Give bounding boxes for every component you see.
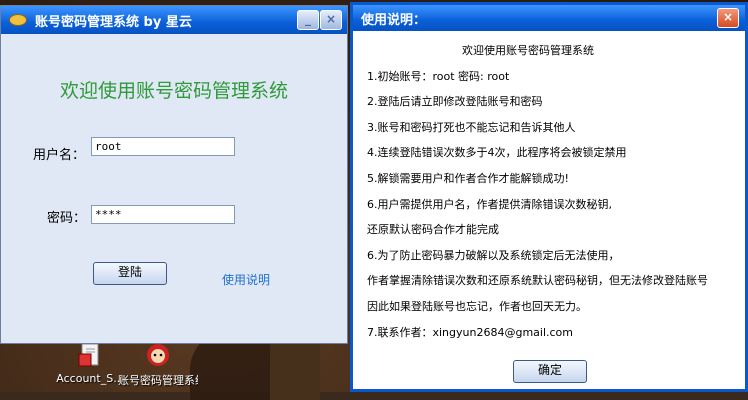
ok-button[interactable]: 确定 xyxy=(513,360,587,383)
help-link[interactable]: 使用说明 xyxy=(222,271,270,288)
help-line: 3.账号和密码打死也不能忘记和告诉其他人 xyxy=(367,120,576,134)
desktop-icon-label: 账号密码管理系统1 xyxy=(118,374,198,387)
help-window-title: 使用说明： xyxy=(361,12,427,28)
help-line: 还原默认密码合作才能完成 xyxy=(367,223,499,237)
login-window-title: 账号密码管理系统 by 星云 xyxy=(35,14,192,30)
help-line: 欢迎使用账号密码管理系统 xyxy=(462,44,594,57)
help-text: 欢迎使用账号密码管理系统 1.初始账号：root 密码: root 2.登陆后请… xyxy=(367,43,739,350)
document-icon xyxy=(77,342,103,368)
cartoon-app-icon xyxy=(145,342,171,368)
login-button[interactable]: 登陆 xyxy=(93,262,167,285)
username-field[interactable]: root xyxy=(91,137,235,156)
username-label: 用户名： xyxy=(33,148,86,163)
help-line: 6.为了防止密码暴力破解以及系统锁定后无法使用， xyxy=(367,248,620,262)
help-window-titlebar[interactable]: 使用说明： xyxy=(353,5,745,31)
welcome-heading: 欢迎使用账号密码管理系统 xyxy=(59,80,288,102)
help-line: 2.登陆后请立即修改登陆账号和密码 xyxy=(367,95,543,109)
help-line: 6.用户需提供用户名，作者提供清除错误次数秘钥, xyxy=(367,197,612,211)
close-button[interactable]: × xyxy=(320,10,342,30)
help-line: 7.联系作者：xingyun2684@gmail.com xyxy=(367,325,574,339)
password-label: 密码： xyxy=(47,211,87,226)
login-window: 账号密码管理系统 by 星云 _ × 欢迎使用账号密码管理系统 用户名： roo… xyxy=(0,5,348,344)
help-line: 因此如果登陆账号也忘记，作者也回天无力。 xyxy=(367,299,587,313)
desktop-icon-app[interactable]: 账号密码管理系统1 xyxy=(118,342,198,388)
login-window-titlebar[interactable]: 账号密码管理系统 by 星云 xyxy=(1,6,347,34)
password-field[interactable]: **** xyxy=(91,205,235,224)
help-close-button[interactable]: × xyxy=(717,8,739,28)
help-line: 作者掌握清除错误次数和还原系统默认密码秘钥，但无法修改登陆账号 xyxy=(367,274,708,288)
app-icon xyxy=(9,14,27,26)
help-line: 1.初始账号：root 密码: root xyxy=(367,69,510,83)
minimize-button[interactable]: _ xyxy=(297,10,319,30)
help-line: 4.连续登陆错误次数多于4次，此程序将会被锁定禁用 xyxy=(367,146,627,160)
help-line: 5.解锁需要用户和作者合作才能解锁成功! xyxy=(367,171,569,185)
help-window: 使用说明： × 欢迎使用账号密码管理系统 1.初始账号：root 密码: roo… xyxy=(350,2,748,392)
